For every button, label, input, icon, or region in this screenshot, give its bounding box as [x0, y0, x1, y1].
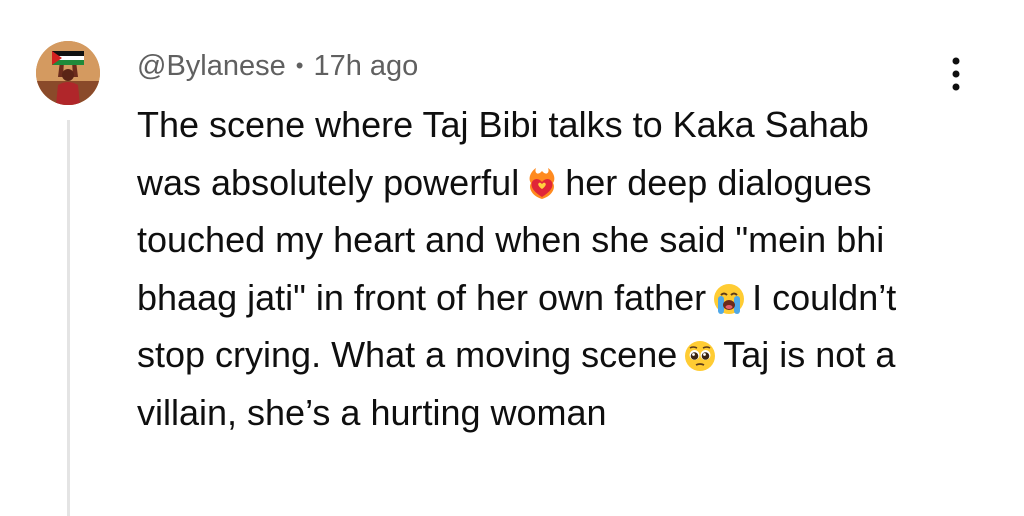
comment-text: The scene where Taj Bibi talks to Kaka S… [137, 96, 937, 441]
heart-on-fire-icon [525, 167, 559, 201]
thread-line [67, 120, 70, 516]
author-handle[interactable]: @Bylanese [137, 50, 286, 83]
comment-meta: @Bylanese • 17h ago [137, 46, 418, 86]
vertical-dots-icon [952, 57, 960, 91]
pleading-face-icon [683, 339, 717, 373]
more-options-button[interactable] [938, 52, 974, 96]
avatar[interactable] [36, 41, 100, 105]
loudly-crying-face-icon [712, 282, 746, 316]
meta-separator: • [295, 53, 304, 78]
comment-time[interactable]: 17h ago [313, 50, 418, 83]
